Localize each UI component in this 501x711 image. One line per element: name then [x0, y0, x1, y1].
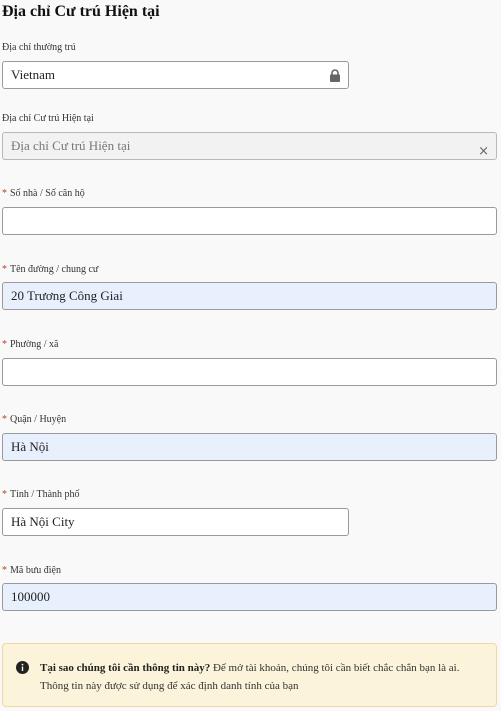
district-input[interactable] — [2, 433, 497, 461]
street-input[interactable] — [2, 282, 497, 310]
ward-input[interactable] — [2, 358, 497, 386]
permanent-address-field[interactable]: Vietnam — [2, 61, 349, 89]
notice-question: Tại sao chúng tôi cần thông tin này? — [40, 662, 211, 674]
postal-code-label: * Mã bưu điện — [2, 565, 61, 576]
province-input[interactable] — [2, 508, 349, 536]
lock-icon — [330, 69, 340, 82]
info-icon — [16, 661, 29, 674]
section-title: Địa chỉ Cư trú Hiện tại — [2, 3, 160, 20]
current-address-field[interactable]: Địa chỉ Cư trú Hiện tại × — [2, 132, 497, 160]
info-notice: Tại sao chúng tôi cần thông tin này? Để … — [2, 643, 497, 707]
street-label: * Tên đường / chung cư — [2, 264, 99, 275]
permanent-address-value: Vietnam — [11, 67, 55, 82]
current-address-placeholder: Địa chỉ Cư trú Hiện tại — [11, 138, 131, 153]
house-number-label: * Số nhà / Số căn hộ — [2, 188, 85, 199]
permanent-address-label: Địa chỉ thường trú — [2, 42, 76, 53]
current-address-label: Địa chỉ Cư trú Hiện tại — [2, 113, 94, 124]
district-label: * Quận / Huyện — [2, 414, 67, 425]
postal-code-input[interactable] — [2, 583, 497, 611]
province-label: * Tỉnh / Thành phố — [2, 489, 80, 500]
house-number-input[interactable] — [2, 207, 497, 235]
clear-icon[interactable]: × — [478, 139, 489, 165]
ward-label: * Phường / xã — [2, 339, 59, 350]
